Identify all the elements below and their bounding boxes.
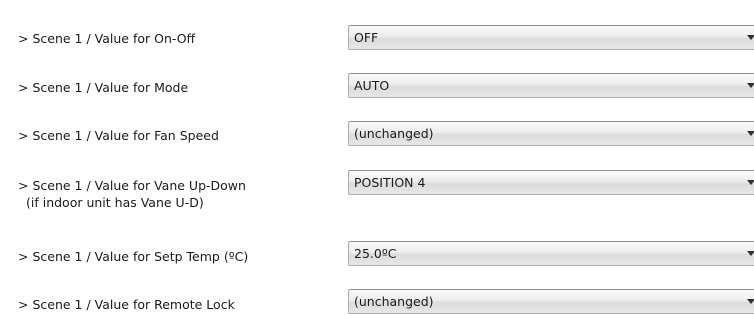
mode-dropdown[interactable]: AUTO (348, 73, 754, 98)
dropdown-value: (unchanged) (354, 294, 434, 309)
on-off-dropdown[interactable]: OFF (348, 25, 754, 50)
setting-label-text: > Scene 1 / Value for Fan Speed (18, 128, 219, 143)
chevron-down-icon (747, 131, 754, 136)
setting-label-text: > Scene 1 / Value for On-Off (18, 31, 196, 46)
dropdown-value: OFF (354, 30, 379, 45)
chevron-down-icon (747, 251, 754, 256)
chevron-down-icon (747, 180, 754, 185)
setting-label-text: > Scene 1 / Value for Vane Up-Down (18, 178, 246, 193)
vane-up-down-dropdown[interactable]: POSITION 4 (348, 170, 754, 195)
setting-label: > Scene 1 / Value for Mode (18, 79, 188, 96)
dropdown-value: AUTO (354, 78, 390, 93)
chevron-down-icon (747, 299, 754, 304)
fan-speed-dropdown[interactable]: (unchanged) (348, 121, 754, 146)
setp-temp-dropdown[interactable]: 25.0ºC (348, 241, 754, 266)
dropdown-value: 25.0ºC (354, 246, 397, 261)
setting-label: > Scene 1 / Value for Setp Temp (ºC) (18, 248, 248, 265)
setting-sublabel: (if indoor unit has Vane U-D) (26, 195, 204, 210)
setting-label: > Scene 1 / Value for Remote Lock (18, 296, 235, 313)
dropdown-value: POSITION 4 (354, 175, 426, 190)
chevron-down-icon (747, 35, 754, 40)
setting-label: > Scene 1 / Value for Vane Up-Down (if i… (18, 177, 246, 211)
setting-label-text: > Scene 1 / Value for Remote Lock (18, 297, 235, 312)
setting-label-text: > Scene 1 / Value for Setp Temp (ºC) (18, 249, 249, 264)
setting-label: > Scene 1 / Value for On-Off (18, 30, 195, 47)
remote-lock-dropdown[interactable]: (unchanged) (348, 289, 754, 314)
chevron-down-icon (747, 83, 754, 88)
dropdown-value: (unchanged) (354, 126, 434, 141)
setting-label: > Scene 1 / Value for Fan Speed (18, 127, 219, 144)
setting-label-text: > Scene 1 / Value for Mode (18, 80, 189, 95)
scene-settings-panel: > Scene 1 / Value for On-Off OFF > Scene… (0, 0, 754, 315)
